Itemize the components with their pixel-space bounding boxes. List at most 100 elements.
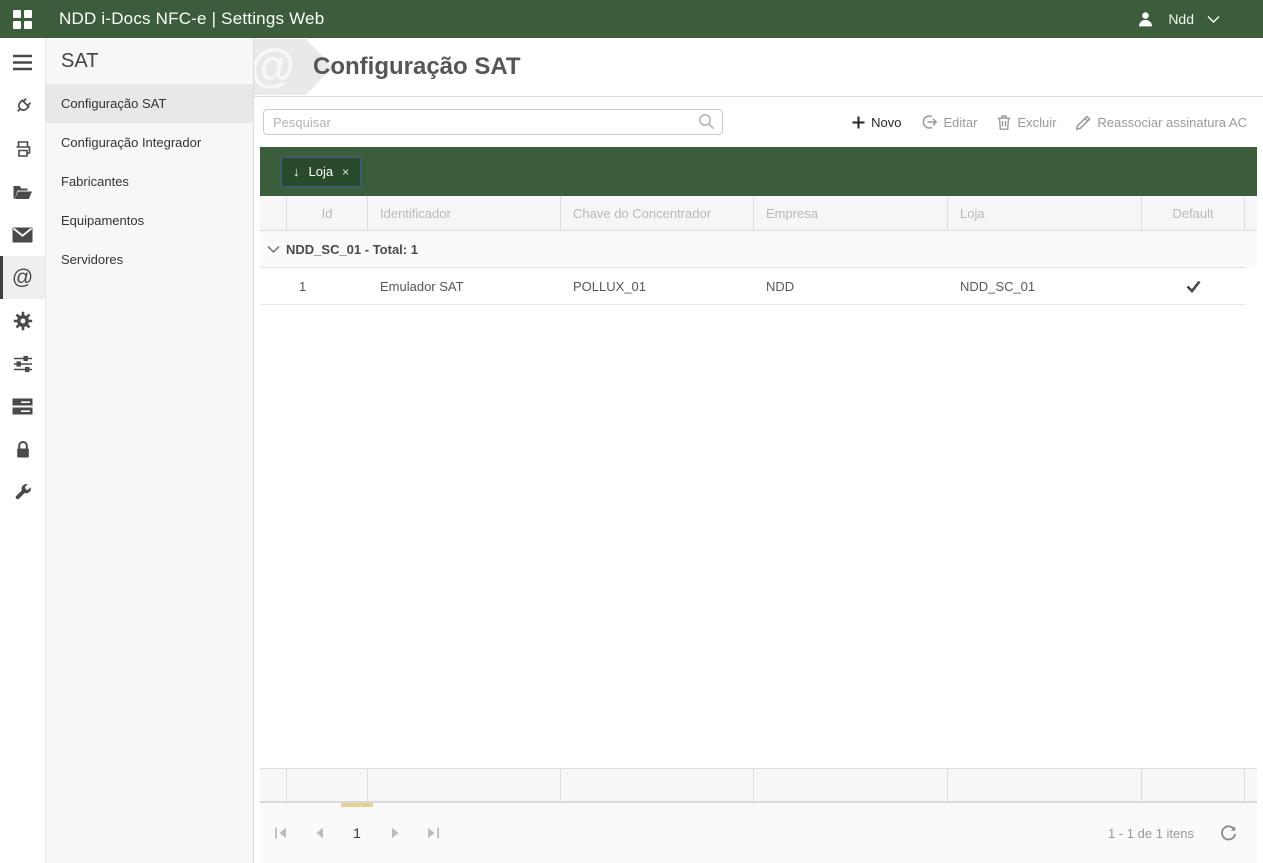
column-header-chave[interactable]: Chave do Concentrador — [561, 196, 754, 230]
app-launcher-icon[interactable] — [13, 10, 32, 29]
cell-id: 1 — [287, 279, 368, 294]
column-header-filler — [1245, 196, 1263, 230]
user-icon — [1136, 10, 1155, 28]
folder-open-icon — [12, 183, 33, 201]
app-title: NDD i-Docs NFC-e | Settings Web — [59, 9, 324, 29]
group-chip-loja[interactable]: ↓ Loja × — [281, 157, 361, 187]
menu-icon — [12, 54, 33, 71]
refresh-icon[interactable] — [1220, 825, 1237, 842]
pencil-icon — [1076, 115, 1091, 130]
sidebar-item-configuracao-integrador[interactable]: Configuração Integrador — [46, 123, 253, 162]
page-title: Configuração SAT — [313, 53, 521, 81]
sidebar-item-configuracao-sat[interactable]: Configuração SAT — [46, 84, 253, 123]
footer-cell — [754, 769, 948, 801]
sidebar-item-servidores[interactable]: Servidores — [46, 240, 253, 279]
footer-cell — [1142, 769, 1245, 801]
grid-empty-area — [260, 305, 1257, 768]
table-header-row: Id Identificador Chave do Concentrador E… — [260, 196, 1257, 231]
waffle-square — [13, 21, 21, 29]
group-row-label: NDD_SC_01 - Total: 1 — [286, 242, 418, 257]
page-number-button[interactable]: 1 — [338, 816, 376, 850]
column-header-default[interactable]: Default — [1142, 196, 1245, 230]
rail-item-folder[interactable] — [0, 170, 45, 213]
waffle-square — [24, 21, 32, 29]
button-label: Editar — [943, 115, 977, 130]
menu-toggle-button[interactable] — [0, 41, 45, 84]
data-grid: ↓ Loja × Id Identificador Chave do Conce… — [260, 147, 1257, 863]
user-name: Ndd — [1168, 11, 1194, 27]
column-header-empresa[interactable]: Empresa — [754, 196, 948, 230]
sidebar-item-equipamentos[interactable]: Equipamentos — [46, 201, 253, 240]
button-label: Novo — [871, 115, 901, 130]
sidebar-item-label: Servidores — [61, 252, 123, 267]
rail-item-mail[interactable] — [0, 213, 45, 256]
next-page-button[interactable] — [376, 816, 414, 850]
page-layout: @ SAT Configuração SAT Configuração Inte… — [0, 38, 1263, 863]
current-page-indicator — [341, 803, 373, 807]
main-content: @ Configuração SAT Novo Editar — [254, 38, 1263, 863]
editar-button[interactable]: Editar — [921, 115, 977, 130]
group-chip-label: Loja — [309, 164, 334, 179]
sort-arrow-icon: ↓ — [293, 164, 300, 179]
rail-item-printer[interactable] — [0, 127, 45, 170]
cell-identificador: Emulador SAT — [368, 279, 561, 294]
rail-item-sliders[interactable] — [0, 342, 45, 385]
sidebar-item-label: Configuração Integrador — [61, 135, 201, 150]
first-page-button[interactable] — [262, 816, 300, 850]
rail-item-gear[interactable] — [0, 299, 45, 342]
collapse-group-icon[interactable] — [267, 245, 280, 254]
footer-cell — [561, 769, 754, 801]
column-header-identificador[interactable]: Identificador — [368, 196, 561, 230]
edit-arrow-icon — [921, 115, 937, 129]
sidebar: SAT Configuração SAT Configuração Integr… — [46, 38, 254, 863]
search-box — [263, 109, 723, 135]
footer-cell — [1245, 769, 1257, 801]
button-label: Excluir — [1017, 115, 1056, 130]
prev-page-button[interactable] — [300, 816, 338, 850]
search-icon[interactable] — [698, 113, 715, 130]
sidebar-title: SAT — [46, 38, 253, 84]
wrench-icon — [13, 483, 32, 502]
at-sign-icon: @ — [12, 267, 33, 288]
toolbar: Novo Editar Excluir Reassociar assinatur… — [254, 97, 1263, 147]
sidebar-item-label: Equipamentos — [61, 213, 144, 228]
column-header-selector — [260, 196, 287, 230]
at-watermark-glyph: @ — [254, 38, 295, 92]
rail-item-at-active[interactable]: @ — [0, 256, 45, 299]
group-by-bar: ↓ Loja × — [260, 147, 1257, 196]
user-menu[interactable]: Ndd — [1136, 10, 1220, 28]
column-header-loja[interactable]: Loja — [948, 196, 1142, 230]
last-page-button[interactable] — [414, 816, 452, 850]
reassociar-assinatura-button[interactable]: Reassociar assinatura AC — [1076, 115, 1247, 130]
novo-button[interactable]: Novo — [852, 115, 901, 130]
chevron-down-icon — [1207, 15, 1220, 24]
group-row: NDD_SC_01 - Total: 1 — [260, 231, 1257, 268]
rail-item-plug[interactable] — [0, 84, 45, 127]
mail-icon — [12, 227, 33, 243]
table-row[interactable]: 1 Emulador SAT POLLUX_01 NDD NDD_SC_01 — [260, 268, 1257, 305]
sliders-icon — [13, 355, 33, 373]
icon-rail: @ — [0, 38, 46, 863]
pager-right: 1 - 1 de 1 itens — [1108, 825, 1237, 842]
button-label: Reassociar assinatura AC — [1097, 115, 1247, 130]
rail-item-server[interactable] — [0, 385, 45, 428]
table-footer-row — [260, 768, 1257, 803]
cell-chave: POLLUX_01 — [561, 279, 754, 294]
page-header: @ Configuração SAT — [254, 38, 1263, 97]
cell-loja: NDD_SC_01 — [948, 279, 1142, 294]
gear-icon — [13, 311, 33, 331]
trash-icon — [997, 115, 1011, 130]
sidebar-item-fabricantes[interactable]: Fabricantes — [46, 162, 253, 201]
plug-icon — [13, 96, 33, 116]
toolbar-actions: Novo Editar Excluir Reassociar assinatur… — [852, 115, 1247, 130]
column-header-id[interactable]: Id — [287, 196, 368, 230]
footer-cell — [260, 769, 287, 801]
rail-item-lock[interactable] — [0, 428, 45, 471]
waffle-square — [24, 10, 32, 18]
sidebar-item-label: Fabricantes — [61, 174, 129, 189]
lock-icon — [14, 440, 32, 459]
chip-close-icon[interactable]: × — [342, 165, 349, 179]
rail-item-wrench[interactable] — [0, 471, 45, 514]
search-input[interactable] — [263, 109, 723, 135]
excluir-button[interactable]: Excluir — [997, 115, 1056, 130]
